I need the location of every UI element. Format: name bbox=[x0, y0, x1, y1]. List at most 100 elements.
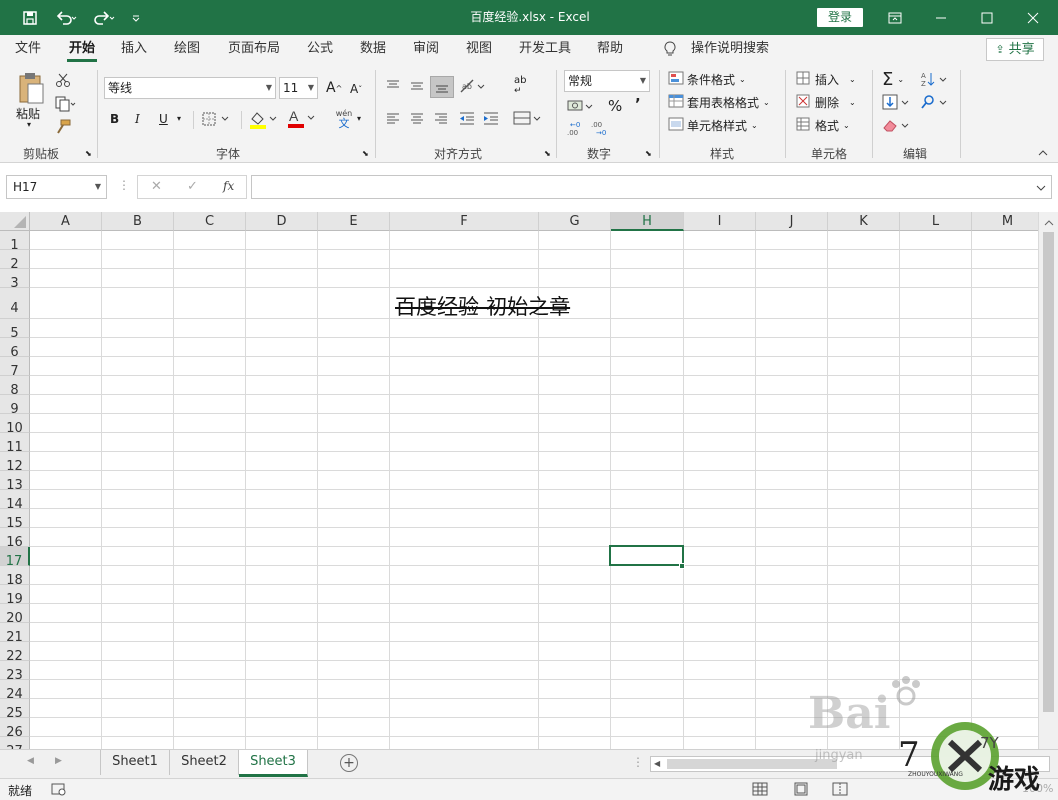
expand-formula-bar-icon[interactable] bbox=[1036, 181, 1046, 195]
row-header-16[interactable]: 16 bbox=[0, 528, 30, 550]
formula-input[interactable] bbox=[251, 175, 1052, 199]
underline-button[interactable]: U bbox=[159, 112, 168, 126]
number-format-select[interactable]: 常规 ▼ bbox=[564, 70, 650, 92]
column-header-a[interactable]: A bbox=[30, 212, 102, 231]
phonetic-dropdown-icon[interactable]: ▾ bbox=[357, 114, 361, 123]
column-header-c[interactable]: C bbox=[174, 212, 246, 231]
sheet-tab-sheet2[interactable]: Sheet2 bbox=[170, 750, 239, 775]
select-all-corner[interactable] bbox=[0, 212, 30, 231]
orientation-icon[interactable]: ab bbox=[459, 78, 487, 94]
vertical-scrollbar[interactable] bbox=[1038, 212, 1058, 749]
name-box[interactable]: H17 ▼ bbox=[6, 175, 107, 199]
row-header-12[interactable]: 12 bbox=[0, 452, 30, 474]
spreadsheet-grid[interactable]: ABCDEFGHIJKLM 1 2 3 4 5 6 7 8 9 10 11 12 13 14 15 16 17 1… bbox=[0, 212, 1038, 749]
sheet-tab-sheet1[interactable]: Sheet1 bbox=[101, 750, 170, 775]
clear-icon[interactable] bbox=[882, 117, 912, 133]
next-sheet-icon[interactable]: ▶ bbox=[55, 756, 62, 766]
tab-split-handle-icon[interactable]: ⋮ bbox=[632, 755, 644, 769]
phonetic-guide-button[interactable]: wén 文 bbox=[331, 109, 357, 131]
row-header-11[interactable]: 11 bbox=[0, 433, 30, 455]
accounting-format-icon[interactable] bbox=[567, 98, 597, 114]
fill-icon[interactable] bbox=[882, 94, 912, 110]
enter-icon[interactable]: ✓ bbox=[187, 179, 198, 194]
column-header-d[interactable]: D bbox=[246, 212, 318, 231]
customize-qat-icon[interactable] bbox=[128, 0, 144, 35]
tab-formulas[interactable]: 公式 bbox=[302, 35, 338, 64]
font-color-icon[interactable]: A bbox=[286, 108, 318, 128]
percent-style-button[interactable]: % bbox=[608, 97, 622, 115]
row-header-6[interactable]: 6 bbox=[0, 338, 30, 360]
login-button[interactable]: 登录 bbox=[817, 8, 863, 27]
cut-icon[interactable] bbox=[55, 72, 71, 88]
conditional-formatting-button[interactable]: 条件格式 ⌄ bbox=[668, 71, 746, 88]
collapse-ribbon-icon[interactable] bbox=[1037, 148, 1049, 158]
page-layout-view-icon[interactable] bbox=[793, 782, 809, 799]
cancel-icon[interactable]: ✕ bbox=[151, 179, 162, 194]
row-header-13[interactable]: 13 bbox=[0, 471, 30, 493]
column-header-l[interactable]: L bbox=[900, 212, 972, 231]
tab-home[interactable]: 开始 bbox=[64, 35, 100, 64]
row-header-22[interactable]: 22 bbox=[0, 642, 30, 664]
clipboard-launcher-icon[interactable]: ⬊ bbox=[85, 149, 92, 158]
active-cell-H17[interactable] bbox=[609, 545, 684, 566]
align-bottom-icon[interactable] bbox=[430, 76, 454, 98]
align-right-icon[interactable] bbox=[433, 110, 449, 126]
column-header-e[interactable]: E bbox=[318, 212, 390, 231]
page-break-view-icon[interactable] bbox=[832, 782, 848, 799]
column-header-i[interactable]: I bbox=[684, 212, 756, 231]
row-header-10[interactable]: 10 bbox=[0, 414, 30, 436]
horizontal-scroll-thumb[interactable] bbox=[667, 759, 837, 769]
row-header-26[interactable]: 26 bbox=[0, 718, 30, 740]
ribbon-display-options-icon[interactable] bbox=[872, 0, 918, 35]
tab-file[interactable]: 文件 bbox=[10, 35, 46, 64]
merge-center-icon[interactable] bbox=[513, 110, 543, 126]
format-cells-button[interactable]: 格式 ⌄ bbox=[796, 117, 850, 134]
align-center-icon[interactable] bbox=[409, 110, 425, 126]
row-header-4[interactable]: 4 bbox=[0, 288, 30, 319]
format-as-table-button[interactable]: 套用表格格式 ⌄ bbox=[668, 94, 770, 111]
tab-help[interactable]: 帮助 bbox=[592, 35, 628, 64]
lightbulb-icon[interactable] bbox=[660, 35, 680, 64]
row-header-1[interactable]: 1 bbox=[0, 231, 30, 253]
increase-indent-icon[interactable] bbox=[482, 110, 500, 126]
bold-button[interactable]: B bbox=[110, 112, 119, 126]
tab-draw[interactable]: 绘图 bbox=[169, 35, 205, 64]
comma-style-button[interactable]: ’ bbox=[635, 95, 641, 113]
row-header-25[interactable]: 25 bbox=[0, 699, 30, 721]
shrink-font-button[interactable]: Aˇ bbox=[350, 82, 362, 96]
tell-me-search[interactable]: 操作说明搜索 bbox=[688, 35, 772, 64]
add-sheet-icon[interactable]: + bbox=[340, 754, 358, 772]
row-header-3[interactable]: 3 bbox=[0, 269, 30, 291]
tab-developer[interactable]: 开发工具 bbox=[513, 35, 577, 64]
insert-function-icon[interactable]: fx bbox=[223, 179, 234, 193]
row-header-15[interactable]: 15 bbox=[0, 509, 30, 531]
tab-page-layout[interactable]: 页面布局 bbox=[222, 35, 286, 64]
normal-view-icon[interactable] bbox=[752, 782, 768, 799]
row-header-5[interactable]: 5 bbox=[0, 319, 30, 341]
borders-icon[interactable] bbox=[202, 112, 232, 126]
increase-decimal-icon[interactable]: ←0.00 bbox=[566, 120, 586, 136]
align-left-icon[interactable] bbox=[385, 110, 401, 126]
maximize-icon[interactable] bbox=[964, 0, 1010, 35]
fill-color-icon[interactable] bbox=[248, 109, 280, 129]
decrease-decimal-icon[interactable]: .00 →0 bbox=[590, 120, 610, 136]
number-launcher-icon[interactable]: ⬊ bbox=[645, 149, 652, 158]
decrease-indent-icon[interactable] bbox=[458, 110, 476, 126]
find-select-icon[interactable] bbox=[920, 94, 950, 110]
paste-dropdown-icon[interactable]: ▾ bbox=[27, 120, 31, 129]
row-header-8[interactable]: 8 bbox=[0, 376, 30, 398]
share-button[interactable]: ⇪ 共享 bbox=[986, 38, 1044, 61]
cell-styles-button[interactable]: 单元格样式 ⌄ bbox=[668, 117, 758, 134]
delete-cells-button[interactable]: 删除 ⌄ bbox=[796, 94, 856, 111]
redo-icon[interactable] bbox=[88, 0, 120, 35]
minimize-icon[interactable] bbox=[918, 0, 964, 35]
row-header-21[interactable]: 21 bbox=[0, 623, 30, 645]
tab-data[interactable]: 数据 bbox=[355, 35, 391, 64]
column-header-b[interactable]: B bbox=[102, 212, 174, 231]
prev-sheet-icon[interactable]: ◀ bbox=[27, 756, 34, 766]
sheet-tab-sheet3[interactable]: Sheet3 bbox=[239, 750, 308, 777]
font-launcher-icon[interactable]: ⬊ bbox=[362, 149, 369, 158]
column-header-j[interactable]: J bbox=[756, 212, 828, 231]
scroll-left-icon[interactable]: ◀ bbox=[654, 759, 660, 768]
column-header-h[interactable]: H bbox=[611, 212, 684, 231]
